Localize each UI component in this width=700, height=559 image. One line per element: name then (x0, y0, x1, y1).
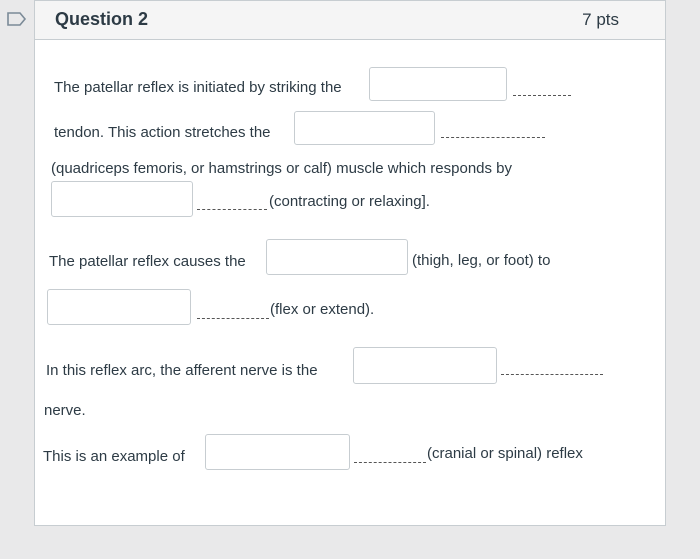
answer-input-6[interactable] (353, 347, 497, 384)
question-header: Question 2 7 pts (35, 1, 665, 40)
text-line-8: In this reflex arc, the afferent nerve i… (46, 362, 318, 379)
answer-input-7[interactable] (205, 434, 350, 470)
question-body: The patellar reflex is initiated by stri… (35, 39, 665, 525)
answer-input-2[interactable] (294, 111, 435, 145)
text-line-2: tendon. This action stretches the (54, 124, 271, 141)
blank-line-3 (197, 209, 267, 210)
text-line-11: (cranial or spinal) reflex (427, 445, 583, 462)
blank-line-7 (354, 462, 426, 463)
text-line-5: The patellar reflex causes the (49, 253, 246, 270)
blank-line-1 (513, 95, 571, 96)
text-line-4: (contracting or relaxing]. (269, 193, 430, 210)
answer-input-3[interactable] (51, 181, 193, 217)
text-line-7: (flex or extend). (270, 301, 375, 318)
text-line-6: (thigh, leg, or foot) to (412, 252, 551, 269)
answer-input-4[interactable] (266, 239, 408, 275)
blank-line-5 (197, 318, 269, 319)
question-card: Question 2 7 pts The patellar reflex is … (34, 0, 666, 526)
flag-question-icon[interactable] (0, 0, 34, 38)
text-line-10: This is an example of (43, 448, 185, 465)
text-line-9: nerve. (44, 402, 86, 419)
answer-input-5[interactable] (47, 289, 191, 325)
answer-input-1[interactable] (369, 67, 507, 101)
blank-line-6 (501, 374, 603, 375)
question-title: Question 2 (55, 9, 149, 29)
text-line-3: (quadriceps femoris, or hamstrings or ca… (51, 160, 513, 177)
blank-line-2 (441, 137, 545, 138)
text-line-1: The patellar reflex is initiated by stri… (54, 79, 342, 96)
question-points: 7 pts (582, 10, 619, 29)
